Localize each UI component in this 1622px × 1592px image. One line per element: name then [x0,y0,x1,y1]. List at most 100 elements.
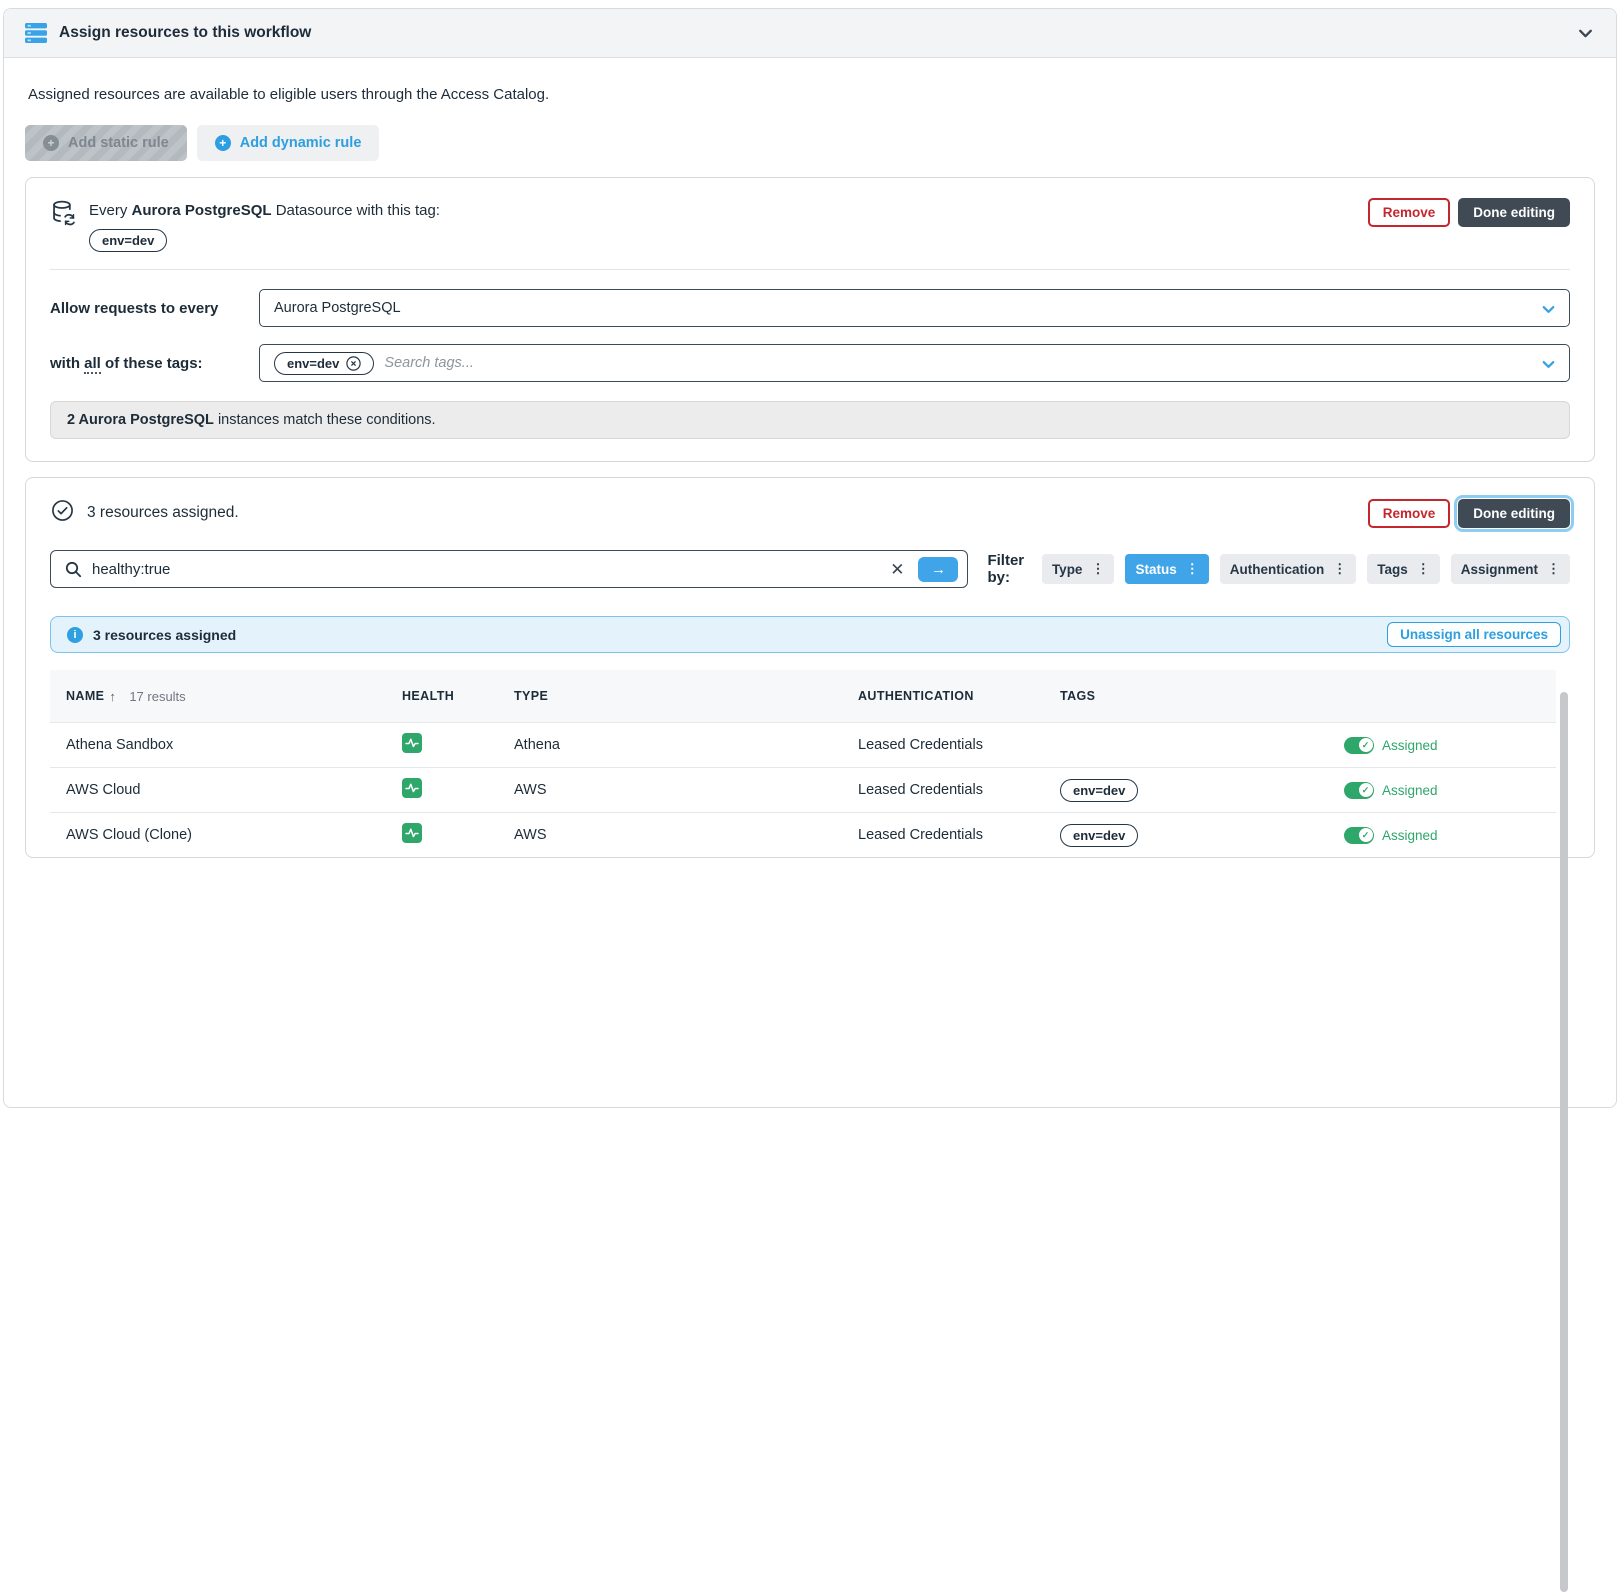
dynamic-rule-summary: Every Aurora PostgreSQL Datasource with … [89,198,440,219]
match-text: instances match these conditions. [213,412,436,428]
submit-search-button[interactable]: → [918,556,959,582]
resource-type: AWS [514,827,547,843]
assigned-toggle[interactable]: ✓ [1344,826,1374,844]
resource-name: AWS Cloud [66,782,141,798]
panel-body: Assigned resources are available to elig… [4,58,1616,1592]
summary-resource: Aurora PostgreSQL [131,202,272,219]
kebab-menu-icon: ⋮ [1185,561,1199,576]
table-header-row: NAME ↑ 17 results HEALTH TYPE AUTHENTICA… [50,670,1556,722]
filter-chip-label: Assignment [1460,561,1538,577]
toggle-check-icon: ✓ [1358,828,1373,842]
kebab-menu-icon: ⋮ [1547,561,1560,576]
tags-search-select[interactable]: env=dev Search tags... [259,344,1570,382]
match-count: 2 Aurora PostgreSQL [67,412,214,428]
tags-label-prefix: with [50,354,85,372]
filter-chip-status[interactable]: Status ⋮ [1125,554,1209,584]
search-icon [65,561,82,578]
resource-tag-pill: env=dev [1060,778,1139,802]
filter-chip-label: Authentication [1229,561,1325,577]
add-static-rule-button[interactable]: + Add static rule [25,125,187,161]
resource-authentication: Leased Credentials [858,827,983,843]
clear-search-icon[interactable]: ✕ [886,561,908,578]
check-circle-icon [50,498,75,528]
match-conditions-message: 2 Aurora PostgreSQL instances match thes… [50,401,1570,439]
assigned-count-banner: i 3 resources assigned Unassign all reso… [50,616,1570,653]
resource-type-select[interactable]: Aurora PostgreSQL [259,289,1570,327]
health-healthy-icon [402,778,422,798]
table-row[interactable]: AWS Cloud (Clone) AWS Leased Credentials… [50,812,1556,857]
workflow-stack-icon [25,23,47,43]
kebab-menu-icon: ⋮ [1333,561,1347,576]
column-header-authentication[interactable]: AUTHENTICATION [858,689,1060,703]
results-count: 17 results [129,688,186,704]
plus-circle-icon: + [43,135,59,151]
summary-prefix: Every [89,202,132,219]
toggle-check-icon: ✓ [1358,783,1373,797]
done-editing-button[interactable]: Done editing [1458,498,1570,528]
panel-header: Assign resources to this workflow [4,9,1616,58]
column-header-name[interactable]: NAME [66,689,104,703]
health-healthy-icon [402,733,422,753]
resource-type: AWS [514,782,547,798]
toggle-check-icon: ✓ [1358,738,1373,752]
banner-text: 3 resources assigned [93,626,237,643]
sort-ascending-icon[interactable]: ↑ [109,689,116,704]
add-static-rule-label: Add static rule [68,135,169,151]
column-header-type[interactable]: TYPE [514,689,858,703]
assigned-status-label: Assigned [1382,827,1438,843]
summary-suffix: Datasource with this tag: [271,202,440,219]
remove-rule-button[interactable]: Remove [1367,498,1451,528]
resource-search-input[interactable] [92,560,877,578]
arrow-right-icon: → [930,560,946,578]
add-dynamic-rule-button[interactable]: + Add dynamic rule [196,125,380,161]
tags-label-suffix: of these tags: [100,354,203,372]
assigned-status-label: Assigned [1382,737,1438,753]
column-header-tags[interactable]: TAGS [1060,689,1344,703]
selected-tag-chip[interactable]: env=dev [274,351,375,375]
assigned-toggle[interactable]: ✓ [1344,736,1374,754]
tags-label-all[interactable]: all [84,354,101,374]
assigned-status-label: Assigned [1382,782,1438,798]
allow-requests-label: Allow requests to every [50,299,219,317]
resource-authentication: Leased Credentials [858,737,983,753]
done-editing-button[interactable]: Done editing [1458,198,1570,227]
filter-chip-type[interactable]: Type ⋮ [1041,554,1115,584]
summary-tag-pill: env=dev [89,229,168,252]
rule-divider [50,269,1570,270]
filter-chip-label: Tags [1377,561,1408,577]
kebab-menu-icon: ⋮ [1416,561,1430,576]
rule-actions-row: + Add static rule + Add dynamic rule [25,125,1595,161]
filter-chip-label: Status [1135,561,1177,577]
filter-chip-tags[interactable]: Tags ⋮ [1367,554,1440,584]
chevron-down-icon [1540,301,1557,322]
assigned-summary: 3 resources assigned. [87,504,239,521]
column-header-health[interactable]: HEALTH [402,689,514,703]
panel-title: Assign resources to this workflow [59,24,312,41]
unassign-all-button[interactable]: Unassign all resources [1387,622,1561,647]
add-dynamic-rule-label: Add dynamic rule [239,135,362,151]
health-healthy-icon [402,823,422,843]
selected-tag-label: env=dev [287,355,340,371]
remove-rule-button[interactable]: Remove [1367,198,1451,227]
remove-tag-icon[interactable] [346,355,362,371]
panel-description: Assigned resources are available to elig… [28,86,550,103]
table-row[interactable]: Athena Sandbox Athena Leased Credentials… [50,722,1556,767]
collapse-panel-button[interactable] [1576,24,1595,43]
resource-name: Athena Sandbox [66,737,174,753]
chevron-down-icon [1576,24,1595,43]
filter-by-label: Filter by: [987,552,1025,586]
resource-name: AWS Cloud (Clone) [66,827,192,843]
filter-chip-label: Type [1051,561,1083,577]
info-icon: i [67,626,83,643]
assigned-toggle[interactable]: ✓ [1344,781,1374,799]
resource-tag-pill: env=dev [1060,823,1139,847]
chevron-down-icon [1540,356,1557,377]
tags-condition-label: with all of these tags: [50,354,259,374]
assigned-resources-card: 3 resources assigned. Remove Done editin… [25,477,1595,1592]
table-row[interactable]: AWS Cloud AWS Leased Credentials env=dev… [50,767,1556,812]
table-scrollbar-thumb[interactable] [1560,692,1568,1592]
filter-chip-assignment[interactable]: Assignment ⋮ [1450,554,1570,584]
resource-type-value: Aurora PostgreSQL [274,300,401,316]
resource-type: Athena [514,737,560,753]
filter-chip-authentication[interactable]: Authentication ⋮ [1219,554,1357,584]
